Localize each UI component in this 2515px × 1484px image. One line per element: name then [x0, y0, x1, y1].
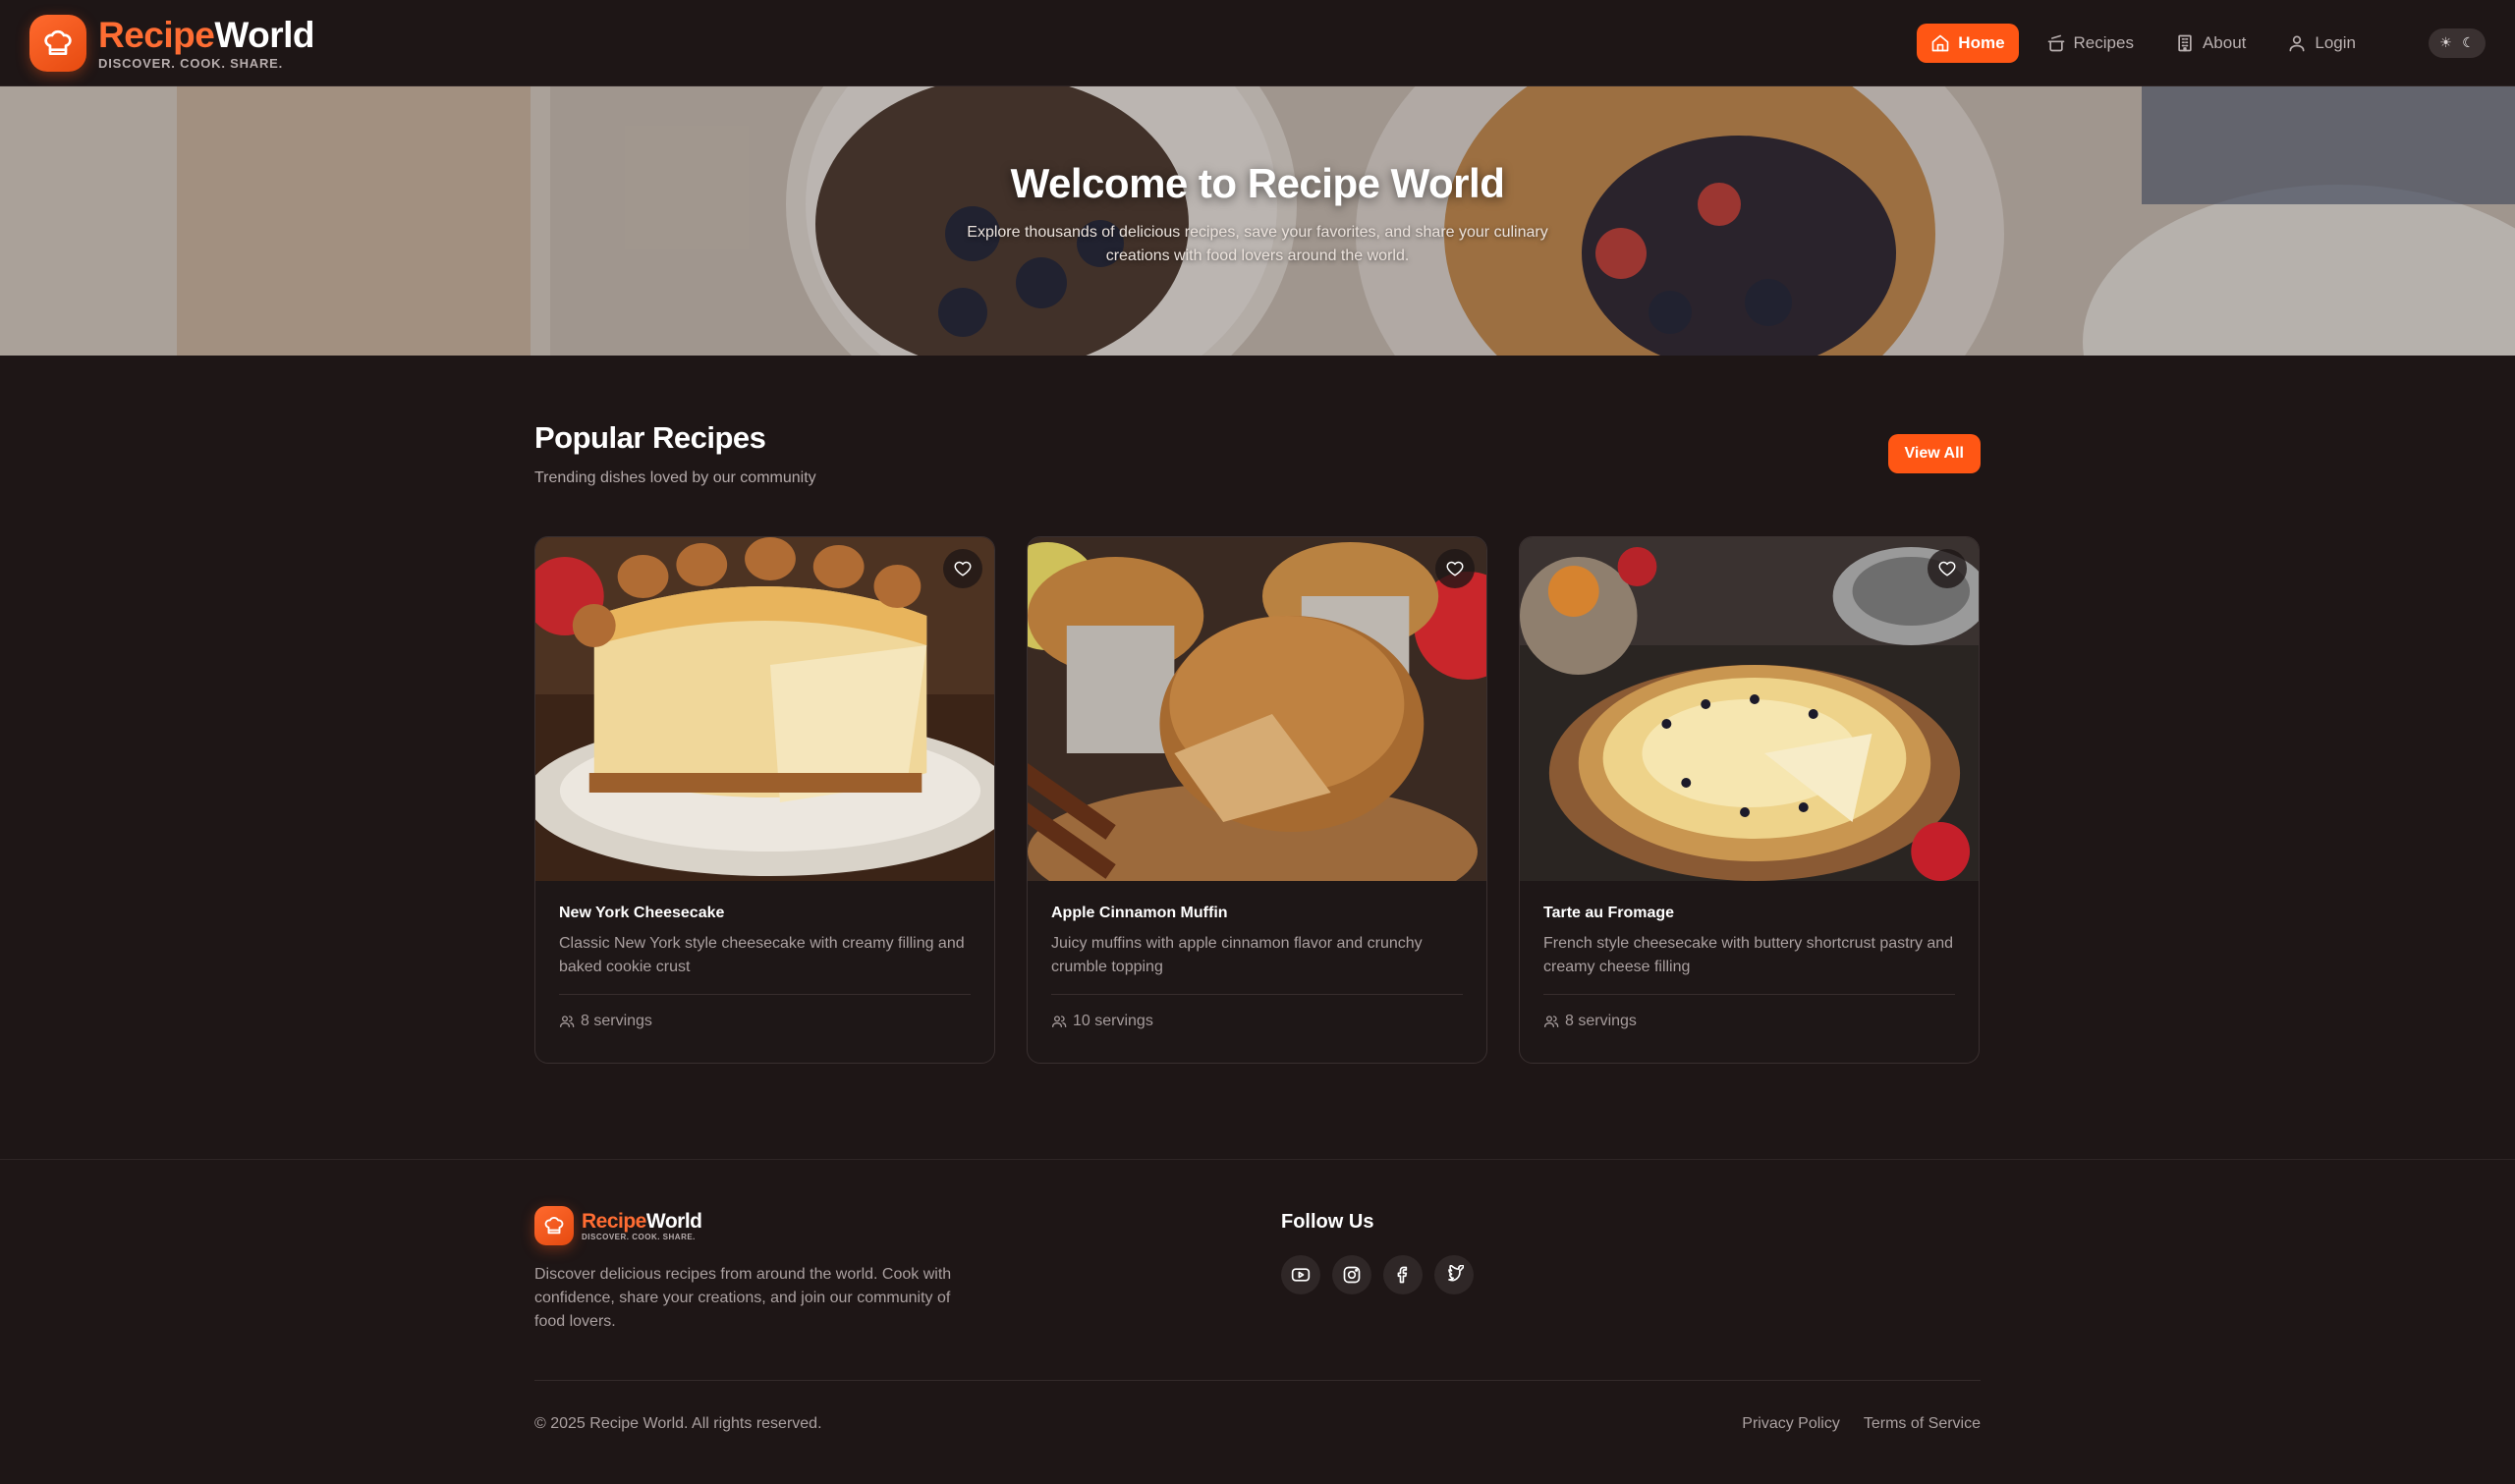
twitter-icon: [1448, 1265, 1464, 1282]
footer: RecipeWorld DISCOVER. COOK. SHARE. Disco…: [0, 1159, 2515, 1484]
servings-label: 8 servings: [581, 1013, 652, 1029]
users-icon: [1052, 1016, 1067, 1027]
nav-recipes[interactable]: Recipes: [2033, 24, 2148, 63]
terms-of-service-link[interactable]: Terms of Service: [1864, 1415, 1981, 1433]
navbar: RecipeWorld DISCOVER. COOK. SHARE. Home …: [0, 0, 2515, 86]
servings-label: 8 servings: [1565, 1013, 1637, 1029]
recipe-card[interactable]: Apple Cinnamon Muffin Juicy muffins with…: [1027, 536, 1487, 1064]
recipe-title: Tarte au Fromage: [1543, 905, 1675, 921]
instagram-link[interactable]: [1332, 1255, 1371, 1294]
favorite-button[interactable]: [1435, 549, 1475, 588]
recipe-image: [1028, 537, 1486, 881]
follow-us-title: Follow Us: [1281, 1211, 1374, 1233]
youtube-link[interactable]: [1281, 1255, 1320, 1294]
brand-tagline: DISCOVER. COOK. SHARE.: [98, 55, 284, 71]
nav-home-label: Home: [1958, 32, 2005, 52]
footer-brand-name: RecipeWorld: [582, 1209, 702, 1233]
recipe-card[interactable]: Tarte au Fromage French style cheesecake…: [1519, 536, 1980, 1064]
card-divider: [1543, 994, 1955, 995]
recipe-servings: 8 servings: [559, 1013, 971, 1030]
recipe-title: New York Cheesecake: [559, 905, 725, 921]
recipe-image: [535, 537, 994, 881]
recipe-card-grid: New York Cheesecake Classic New York sty…: [534, 536, 1981, 1064]
sun-icon: ☀: [2439, 34, 2452, 50]
hero-banner: Welcome to Recipe World Explore thousand…: [0, 86, 2515, 356]
users-icon: [1544, 1016, 1559, 1027]
footer-description: Discover delicious recipes from around t…: [534, 1266, 952, 1330]
recipe-description: Classic New York style cheesecake with c…: [559, 935, 965, 975]
users-icon: [560, 1016, 575, 1027]
facebook-link[interactable]: [1383, 1255, 1423, 1294]
heart-icon: [954, 561, 972, 577]
section-title: Popular Recipes: [534, 420, 766, 455]
chef-hat-icon: [534, 1206, 574, 1245]
recipe-image: [1520, 537, 1979, 881]
brand-logo[interactable]: RecipeWorld DISCOVER. COOK. SHARE.: [29, 14, 314, 72]
home-icon: [1931, 34, 1949, 51]
recipe-servings: 10 servings: [1051, 1013, 1463, 1030]
legal-links: Privacy Policy Terms of Service: [1742, 1415, 1981, 1433]
nav-home[interactable]: Home: [1917, 23, 2019, 63]
nav-about[interactable]: About: [2161, 24, 2260, 63]
twitter-link[interactable]: [1434, 1255, 1474, 1294]
recipe-description: French style cheesecake with buttery sho…: [1543, 935, 1954, 975]
popular-recipes-section: Popular Recipes Trending dishes loved by…: [534, 356, 1981, 1064]
theme-toggle[interactable]: ☀ ☾: [2429, 27, 2486, 58]
recipe-title: Apple Cinnamon Muffin: [1051, 905, 1228, 921]
recipe-card[interactable]: New York Cheesecake Classic New York sty…: [534, 536, 995, 1064]
moon-icon: ☾: [2462, 34, 2475, 50]
chef-hat-icon: [29, 14, 86, 72]
nav-recipes-label: Recipes: [2073, 32, 2134, 52]
privacy-policy-link[interactable]: Privacy Policy: [1742, 1415, 1840, 1433]
building-icon: [2178, 34, 2192, 51]
facebook-icon: [1397, 1266, 1408, 1284]
footer-brand[interactable]: RecipeWorld DISCOVER. COOK. SHARE.: [534, 1206, 702, 1245]
nav-login[interactable]: Login: [2273, 24, 2370, 63]
nav-login-label: Login: [2315, 32, 2356, 52]
heart-icon: [1446, 561, 1464, 577]
instagram-icon: [1343, 1266, 1361, 1284]
section-subtitle: Trending dishes loved by our community: [534, 469, 816, 486]
favorite-button[interactable]: [943, 549, 982, 588]
recipe-servings: 8 servings: [1543, 1013, 1955, 1030]
nav-about-label: About: [2202, 32, 2247, 52]
card-divider: [1051, 994, 1463, 995]
youtube-icon: [1291, 1268, 1311, 1282]
servings-label: 10 servings: [1073, 1013, 1153, 1029]
brand-name: RecipeWorld: [98, 14, 314, 55]
hero-title: Welcome to Recipe World: [1010, 160, 1505, 206]
copyright-text: © 2025 Recipe World. All rights reserved…: [534, 1415, 822, 1432]
footer-brand-tagline: DISCOVER. COOK. SHARE.: [582, 1232, 696, 1241]
footer-divider: [534, 1380, 1981, 1381]
user-icon: [2289, 35, 2305, 51]
recipe-description: Juicy muffins with apple cinnamon flavor…: [1051, 935, 1423, 975]
follow-us-section: Follow Us: [1281, 1211, 1474, 1294]
cooking-pot-icon: [2047, 34, 2064, 51]
hero-subtitle: Explore thousands of delicious recipes, …: [967, 224, 1548, 264]
main-nav: Home Recipes About Login: [1917, 23, 2370, 63]
view-all-button[interactable]: View All: [1887, 434, 1981, 473]
favorite-button[interactable]: [1928, 549, 1967, 588]
heart-icon: [1938, 561, 1956, 577]
card-divider: [559, 994, 971, 995]
